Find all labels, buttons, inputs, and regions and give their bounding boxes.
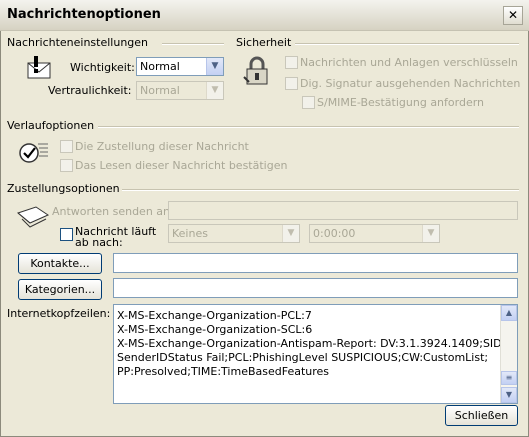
reply-to-field[interactable] <box>168 201 518 220</box>
smime-checkbox[interactable] <box>302 96 315 109</box>
close-window-button[interactable]: ✕ <box>503 6 523 25</box>
header-line: PP:Presolved;TIME:TimeBasedFeatures <box>117 365 330 378</box>
message-settings-divider <box>162 43 224 45</box>
expires-time-select[interactable]: 0:00:00 ▼ <box>309 224 440 243</box>
scroll-down-icon[interactable]: ▼ <box>501 387 517 403</box>
importance-label: Wichtigkeit: <box>70 61 135 74</box>
read-receipt-checkbox[interactable] <box>60 159 73 172</box>
sign-checkbox[interactable] <box>285 77 298 90</box>
internet-headers-box[interactable]: X-MS-Exchange-Organization-PCL:7 X-MS-Ex… <box>113 304 518 404</box>
internet-headers-label: Internetkopfzeilen: <box>7 307 111 320</box>
sensitivity-value: Normal <box>140 84 180 97</box>
expires-checkbox[interactable] <box>60 228 73 241</box>
categories-button[interactable]: Kategorien... <box>18 279 102 300</box>
encrypt-checkbox[interactable] <box>285 56 298 69</box>
categories-field[interactable] <box>113 278 518 298</box>
sign-label: Dig. Signatur ausgehenden Nachrichten <box>300 77 521 90</box>
window-title: Nachrichtenoptionen <box>7 7 161 22</box>
smime-label: S/MIME-Bestätigung anfordern <box>317 96 485 109</box>
sensitivity-label: Vertraulichkeit: <box>48 84 132 97</box>
chevron-down-icon: ▼ <box>206 82 223 99</box>
importance-value: Normal <box>140 60 180 73</box>
chevron-down-icon: ▼ <box>282 225 299 242</box>
reply-to-label: Antworten senden an: <box>52 205 174 218</box>
envelope-icon <box>27 56 51 79</box>
contacts-button[interactable]: Kontakte... <box>18 253 102 274</box>
padlock-icon <box>243 56 268 85</box>
tracking-divider <box>98 126 519 128</box>
delivery-receipt-label: Die Zustellung dieser Nachricht <box>75 140 249 153</box>
close-icon: ✕ <box>507 8 519 22</box>
contacts-field[interactable] <box>113 253 518 273</box>
security-divider <box>295 43 519 45</box>
header-line: X-MS-Exchange-Organization-Antispam-Repo… <box>117 337 506 350</box>
expires-label: Nachricht läuft ab nach: <box>75 226 156 248</box>
scroll-up-icon[interactable]: ▲ <box>501 305 517 321</box>
chevron-down-icon: ▼ <box>206 58 223 75</box>
title-bar: Nachrichtenoptionen ✕ <box>0 0 529 31</box>
tracking-check-icon <box>19 143 48 163</box>
encrypt-label: Nachrichten und Anlagen verschlüsseln <box>300 56 518 69</box>
header-line: X-MS-Exchange-Organization-SCL:6 <box>117 323 313 336</box>
importance-label-text: Wichtigkeit: <box>70 61 135 74</box>
header-line: X-MS-Exchange-Organization-PCL:7 <box>117 309 312 322</box>
tracking-heading: Verlaufoptionen <box>7 119 95 132</box>
sensitivity-select[interactable]: Normal ▼ <box>136 81 224 100</box>
close-button[interactable]: Schließen <box>445 405 518 426</box>
delivery-envelope-icon <box>16 206 50 228</box>
expires-date-value: Keines <box>172 227 208 240</box>
scroll-thumb[interactable]: ≡ <box>501 371 517 385</box>
chevron-down-icon: ▼ <box>422 225 439 242</box>
headers-scrollbar[interactable]: ▲ ≡ ▼ <box>500 305 517 403</box>
read-receipt-label: Das Lesen dieser Nachricht bestätigen <box>75 159 288 172</box>
expires-time-value: 0:00:00 <box>313 227 356 240</box>
delivery-receipt-checkbox[interactable] <box>60 140 73 153</box>
delivery-heading: Zustellungsoptionen <box>7 182 120 195</box>
delivery-divider <box>122 189 519 191</box>
security-heading: Sicherheit <box>236 36 292 49</box>
header-line: SenderIDStatus Fail;PCL:PhishingLevel SU… <box>117 351 489 364</box>
importance-select[interactable]: Normal ▼ <box>136 57 224 76</box>
expires-date-select[interactable]: Keines ▼ <box>168 224 300 243</box>
message-settings-heading: Nachrichteneinstellungen <box>7 36 149 49</box>
expires-label-line2: ab nach: <box>75 236 123 249</box>
